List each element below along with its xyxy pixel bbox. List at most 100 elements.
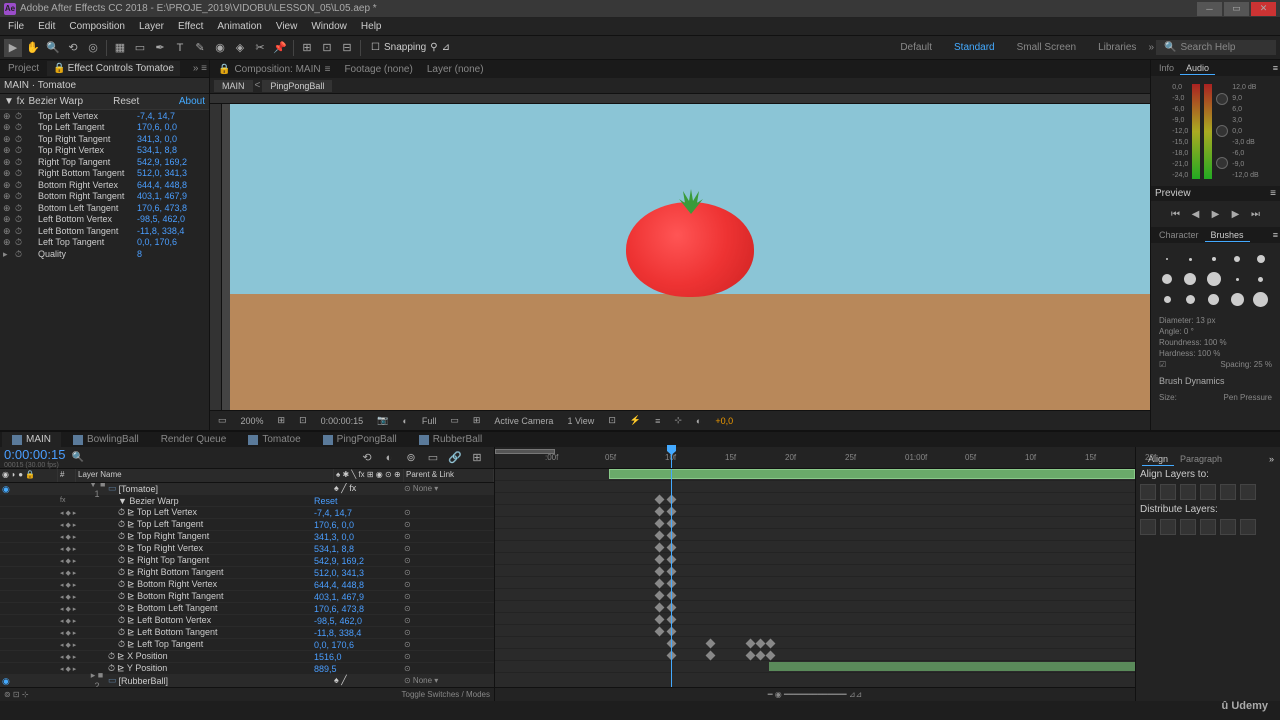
keyframe-nav[interactable]: ◂ ◆ ▸ [58,629,88,637]
tab-project[interactable]: Project [2,61,45,76]
eraser-tool-icon[interactable]: ◈ [231,39,249,57]
keyframe-icon[interactable] [766,651,776,661]
prop-value[interactable]: 534,1, 8,8 [314,544,404,554]
brush-preset[interactable] [1253,291,1269,307]
stopwatch-icon[interactable]: ⏱ [118,531,125,542]
link-icon[interactable]: ⊙ [404,652,411,661]
brush-preset[interactable] [1206,251,1222,267]
prop-row[interactable]: ⏱ ⊵ Right Bottom Tangent [88,567,314,578]
prop-value[interactable]: 170,6, 473,8 [137,203,207,213]
keyframe-icon[interactable] [655,615,665,625]
timeline-tab-tomatoe[interactable]: Tomatoe [238,432,310,447]
zoom-tool-icon[interactable]: 🔍 [44,39,62,57]
stopwatch-icon[interactable]: ⏱ [15,237,25,247]
menu-composition[interactable]: Composition [63,19,131,34]
tab-audio[interactable]: Audio [1180,62,1215,75]
composition-tab[interactable]: 🔒Composition: MAIN ≡ [212,62,336,77]
next-frame-icon[interactable]: ▶ [1229,207,1243,221]
timeline-footer-icons[interactable]: ⊚ ⊡ ⊹ [4,690,29,699]
keyframe-nav[interactable]: ◂ ◆ ▸ [58,641,88,649]
prop-value[interactable]: 170,6, 473,8 [314,604,404,614]
prop-value[interactable]: -11,8, 338,4 [314,628,404,638]
prop-value[interactable]: 341,3, 0,0 [314,532,404,542]
brush-preset[interactable] [1182,251,1198,267]
keyframe-icon[interactable] [655,507,665,517]
pan-behind-tool-icon[interactable]: ▦ [111,39,129,57]
subtab-pingpong[interactable]: PingPongBall [262,80,332,92]
prop-value[interactable]: 512,0, 341,3 [137,168,207,178]
prop-value[interactable]: -98,5, 462,0 [137,214,207,224]
brush-preset[interactable] [1229,251,1245,267]
keyframe-icon[interactable] [706,651,716,661]
align-vcenter-icon[interactable] [1220,484,1236,500]
keyframe-nav[interactable]: ◂ ◆ ▸ [58,533,88,541]
local-axis-icon[interactable]: ⊞ [298,39,316,57]
keyframe-nav[interactable]: ◂ ◆ ▸ [58,617,88,625]
keyframe-nav[interactable]: ◂ ◆ ▸ [58,605,88,613]
layer-bar[interactable] [769,662,1135,671]
stopwatch-icon[interactable]: ⏱ [15,145,25,155]
snapping-toggle[interactable]: ☐Snapping⚲⊿ [365,42,456,53]
keyframe-icon[interactable] [655,519,665,529]
prop-value[interactable]: 644,4, 448,8 [314,580,404,590]
snapshot-icon[interactable]: 📷 [373,414,392,427]
prop-row[interactable]: ⏱ ⊵ Left Bottom Vertex [88,615,314,626]
prop-row[interactable]: ⏱ ⊵ Left Bottom Tangent [88,627,314,638]
stopwatch-icon[interactable]: ⏱ [118,615,125,626]
brush-preset[interactable] [1206,271,1222,287]
subtab-main[interactable]: MAIN [214,80,253,92]
keyframe-icon[interactable] [756,639,766,649]
stopwatch-icon[interactable]: ⏱ [108,651,115,662]
roto-tool-icon[interactable]: ✂ [251,39,269,57]
close-button[interactable]: ✕ [1251,2,1276,16]
time-value[interactable]: 0:00:00:15 [317,415,368,427]
link-icon[interactable]: ⊙ [404,628,411,637]
keyframe-icon[interactable] [655,495,665,505]
transform-prop[interactable]: ⏱ ⊵ Y Position [88,663,314,674]
prop-row[interactable]: ⏱ ⊵ Left Top Tangent [88,639,314,650]
effect-reset[interactable]: Reset [314,496,404,506]
prop-value[interactable]: 644,4, 448,8 [137,180,207,190]
stopwatch-icon[interactable]: ⏱ [118,627,125,638]
menu-edit[interactable]: Edit [32,19,61,34]
stopwatch-icon[interactable]: ⏱ [118,543,125,554]
prop-value[interactable]: 542,9, 169,2 [314,556,404,566]
link-icon[interactable]: ⊙ [404,592,411,601]
effect-about[interactable]: About [179,96,205,107]
effect-toggle[interactable]: ▼ fx [4,96,24,107]
prop-value[interactable]: -7,4, 14,7 [314,508,404,518]
keyframe-nav[interactable]: ◂ ◆ ▸ [58,593,88,601]
keyframe-icon[interactable] [766,639,776,649]
brush-preset[interactable] [1182,271,1198,287]
prop-value[interactable]: 0,0, 170,6 [314,640,404,650]
workspace-libraries[interactable]: Libraries [1088,40,1146,55]
camera-tool-icon[interactable]: ◎ [84,39,102,57]
align-right-icon[interactable] [1180,484,1196,500]
brush-angle[interactable]: Angle: 0 ° [1159,326,1272,337]
fast-previews-icon[interactable]: ⚡ [626,414,645,427]
keyframe-nav[interactable]: ◂ ◆ ▸ [58,581,88,589]
stopwatch-icon[interactable]: ⏱ [118,639,125,650]
crosshair-icon[interactable]: ⊕ [3,226,13,236]
type-tool-icon[interactable]: T [171,39,189,57]
prop-row[interactable]: ⏱ ⊵ Top Left Vertex [88,507,314,518]
resolution-icon[interactable]: ⊞ [274,414,290,427]
link-icon[interactable]: ⊙ [404,616,411,625]
effect-row[interactable]: ▼ Bezier Warp [88,496,314,506]
link-icon[interactable]: ⊙ [404,580,411,589]
link-icon[interactable]: ⊙ [404,556,411,565]
exposure-reset-icon[interactable]: ◐ [692,415,705,427]
crosshair-icon[interactable]: ⊕ [3,157,13,167]
stopwatch-icon[interactable]: ⏱ [15,111,25,121]
layer-bar[interactable] [609,469,1135,479]
keyframe-icon[interactable] [655,567,665,577]
viewport[interactable] [222,104,1150,410]
menu-layer[interactable]: Layer [133,19,170,34]
rect-tool-icon[interactable]: ▭ [131,39,149,57]
brush-preset[interactable] [1229,291,1245,307]
brush-roundness[interactable]: Roundness: 100 % [1159,337,1272,348]
prop-value[interactable]: -98,5, 462,0 [314,616,404,626]
first-frame-icon[interactable]: ⏮ [1169,207,1183,221]
motion-blur-icon[interactable]: ⊚ [402,449,420,467]
graph-editor-icon[interactable]: ▭ [424,449,442,467]
